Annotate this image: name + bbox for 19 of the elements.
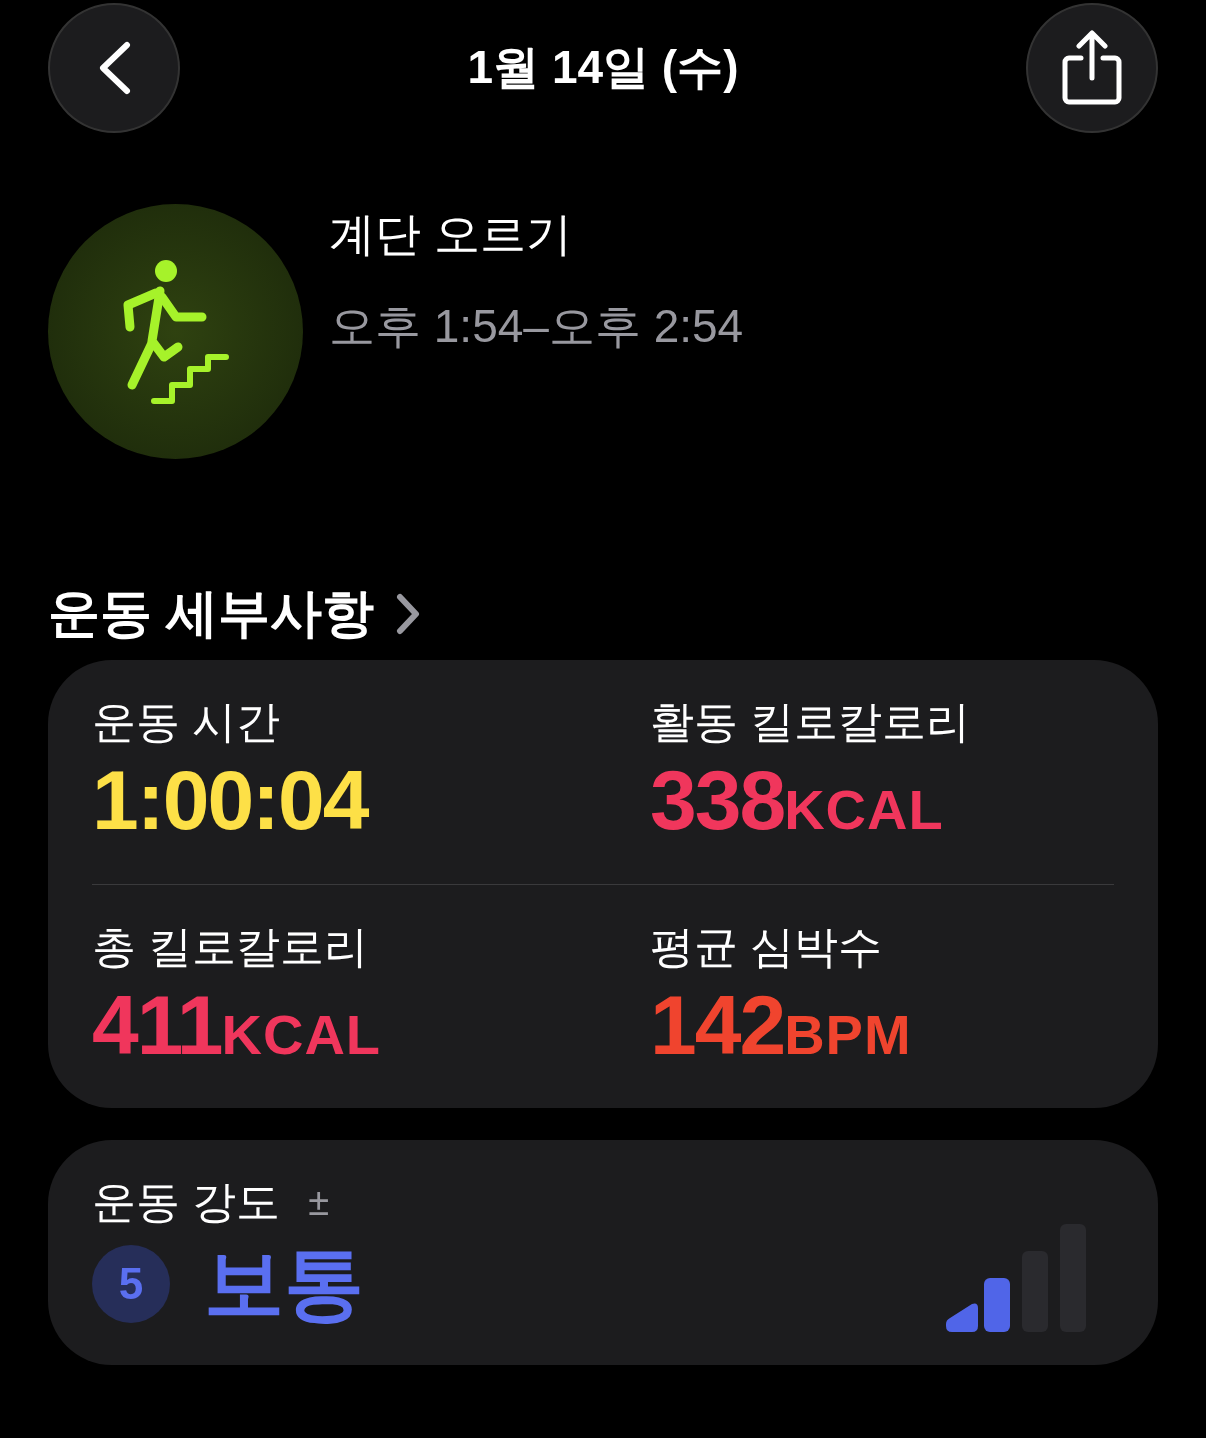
- back-icon: [97, 41, 131, 95]
- metric-label: 평균 심박수: [650, 921, 884, 973]
- metric-value: 142BPM: [650, 977, 913, 1074]
- page-title: 1월 14일 (수): [467, 40, 739, 95]
- metric-label: 총 킬로칼로리: [92, 921, 370, 973]
- intensity-level: 보통: [204, 1238, 364, 1330]
- metric-label: 활동 킬로칼로리: [650, 696, 972, 748]
- metric-label: 운동 시간: [92, 696, 282, 748]
- intensity-label: 운동 강도: [92, 1176, 281, 1228]
- workout-name: 계단 오르기: [329, 207, 573, 262]
- chevron-icon[interactable]: [396, 593, 421, 635]
- metric-value: 411KCAL: [92, 977, 383, 1074]
- plus-minus-icon: ±: [308, 1174, 330, 1230]
- intensity-score: 5: [92, 1245, 170, 1323]
- section-title: 운동 세부사항: [48, 583, 375, 644]
- share-icon: [1061, 30, 1123, 106]
- metric-value: 338KCAL: [650, 752, 945, 849]
- metric-value: 1:00:04: [92, 752, 370, 849]
- workout-time: 오후 1:54–오후 2:54: [329, 299, 744, 354]
